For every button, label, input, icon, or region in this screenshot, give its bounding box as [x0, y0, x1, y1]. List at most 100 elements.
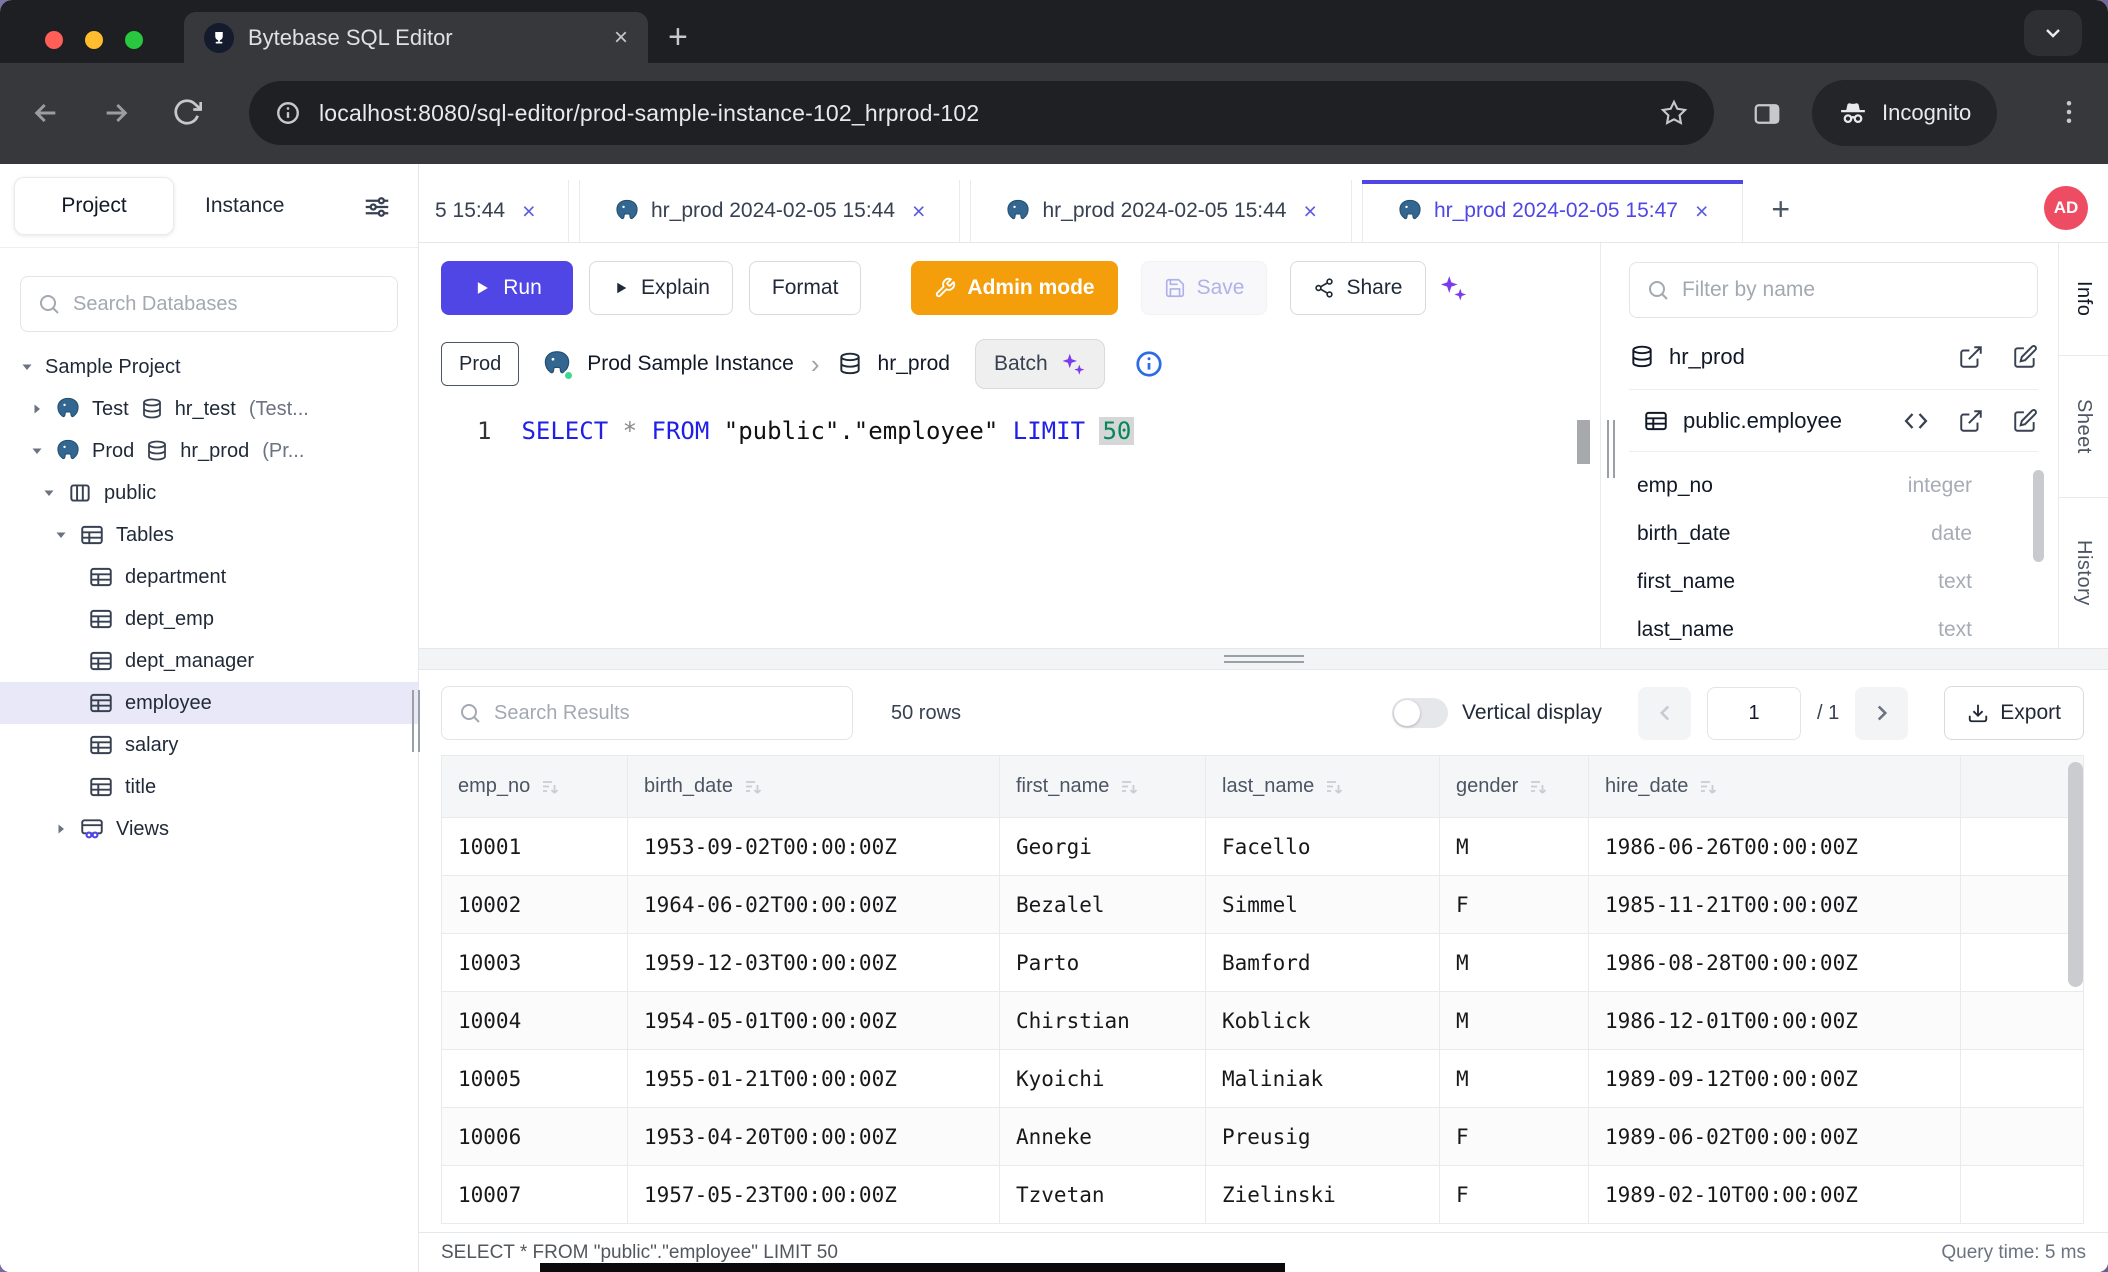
column-header[interactable]: emp_no — [442, 756, 628, 818]
schema-panel-scrollbar[interactable] — [2033, 470, 2044, 562]
splitter-grip-icon[interactable] — [1224, 655, 1304, 663]
zoom-window-button[interactable] — [125, 31, 143, 49]
close-icon[interactable]: × — [912, 198, 925, 225]
url-text[interactable]: localhost:8080/sql-editor/prod-sample-in… — [319, 100, 1642, 127]
sidebar-resize-handle[interactable] — [412, 690, 420, 752]
sort-icon[interactable] — [1324, 777, 1344, 797]
save-button[interactable]: Save — [1141, 261, 1268, 315]
url-bar[interactable]: localhost:8080/sql-editor/prod-sample-in… — [249, 81, 1714, 145]
search-results-input[interactable] — [494, 702, 836, 725]
tree-item-table-title[interactable]: title — [0, 766, 418, 808]
code-icon[interactable] — [1902, 407, 1930, 435]
sort-icon[interactable] — [1119, 777, 1139, 797]
sort-icon[interactable] — [743, 777, 763, 797]
admin-mode-button[interactable]: Admin mode — [911, 261, 1117, 315]
tab-instance[interactable]: Instance — [205, 164, 284, 248]
window-controls[interactable] — [45, 31, 143, 49]
editor-tab-3-active[interactable]: hr_prod 2024-02-05 15:47 × — [1362, 180, 1743, 242]
tab-history[interactable]: History — [2059, 498, 2108, 648]
tree-item-table-dept-emp[interactable]: dept_emp — [0, 598, 418, 640]
prev-page-button[interactable] — [1638, 687, 1691, 740]
explain-button[interactable]: Explain — [589, 261, 733, 315]
edit-icon[interactable] — [2012, 344, 2038, 370]
caret-right-icon[interactable] — [54, 822, 68, 836]
reload-icon[interactable] — [172, 97, 202, 127]
avatar[interactable]: AD — [2044, 186, 2088, 230]
tree-item-table-salary[interactable]: salary — [0, 724, 418, 766]
table-row[interactable]: 100051955-01-21T00:00:00ZKyoichiMaliniak… — [442, 1050, 2084, 1108]
tab-search-button[interactable] — [2024, 10, 2082, 56]
external-link-icon[interactable] — [1958, 408, 1984, 434]
info-icon[interactable] — [1134, 349, 1164, 379]
edit-icon[interactable] — [2012, 408, 2038, 434]
column-header[interactable]: gender — [1440, 756, 1589, 818]
column-header[interactable]: hire_date — [1589, 756, 1961, 818]
tree-item-schema-public[interactable]: public — [0, 472, 418, 514]
format-button[interactable]: Format — [749, 261, 862, 315]
sort-icon[interactable] — [1698, 777, 1718, 797]
forward-icon[interactable] — [100, 97, 132, 129]
tree-item-sample-project[interactable]: Sample Project — [0, 346, 418, 388]
results-search[interactable] — [441, 686, 853, 740]
tree-item-table-employee[interactable]: employee — [0, 682, 418, 724]
tab-info[interactable]: Info — [2059, 243, 2108, 356]
editor-tab-2[interactable]: hr_prod 2024-02-05 15:44 × — [970, 180, 1351, 242]
database-name[interactable]: hr_prod — [878, 352, 950, 376]
schema-filter[interactable] — [1629, 262, 2038, 318]
tree-item-test-db[interactable]: Test hr_test (Test... — [0, 388, 418, 430]
caret-down-icon[interactable] — [20, 360, 34, 374]
filter-by-name-input[interactable] — [1682, 278, 2021, 302]
close-icon[interactable]: × — [522, 198, 535, 225]
external-link-icon[interactable] — [1958, 344, 1984, 370]
browser-tab[interactable]: Bytebase SQL Editor × — [184, 12, 648, 63]
minimize-window-button[interactable] — [85, 31, 103, 49]
run-button[interactable]: Run — [441, 261, 573, 315]
table-row[interactable]: 100031959-12-03T00:00:00ZPartoBamfordM19… — [442, 934, 2084, 992]
caret-down-icon[interactable] — [30, 444, 44, 458]
caret-right-icon[interactable] — [30, 402, 44, 416]
bookmark-star-icon[interactable] — [1660, 99, 1688, 127]
browser-menu-icon[interactable] — [2054, 97, 2084, 127]
page-number-input[interactable] — [1707, 687, 1801, 740]
column-header[interactable]: birth_date — [628, 756, 1000, 818]
tree-item-table-department[interactable]: department — [0, 556, 418, 598]
sort-icon[interactable] — [540, 777, 560, 797]
close-tab-icon[interactable]: × — [614, 26, 628, 50]
ai-sparkles-icon[interactable] — [1438, 273, 1468, 303]
back-icon[interactable] — [30, 97, 62, 129]
sort-icon[interactable] — [1528, 777, 1548, 797]
export-button[interactable]: Export — [1944, 686, 2084, 740]
tab-project[interactable]: Project — [14, 177, 174, 235]
schema-database-row[interactable]: hr_prod — [1629, 324, 2038, 390]
editor-tab-1[interactable]: hr_prod 2024-02-05 15:44 × — [579, 180, 960, 242]
table-row[interactable]: 100011953-09-02T00:00:00ZGeorgiFacelloM1… — [442, 818, 2084, 876]
side-panel-icon[interactable] — [1752, 99, 1782, 129]
column-header[interactable]: last_name — [1206, 756, 1440, 818]
close-window-button[interactable] — [45, 31, 63, 49]
editor-tab-0[interactable]: 5 15:44 × — [419, 180, 569, 242]
editor-scrollbar[interactable] — [1577, 420, 1590, 464]
batch-button[interactable]: Batch — [975, 339, 1105, 389]
filter-settings-icon[interactable] — [362, 192, 392, 222]
sql-code-line[interactable]: 1 SELECT * FROM "public"."employee" LIMI… — [441, 417, 1600, 445]
next-page-button[interactable] — [1855, 687, 1908, 740]
table-row[interactable]: 100061953-04-20T00:00:00ZAnnekePreusigF1… — [442, 1108, 2084, 1166]
table-row[interactable]: 100071957-05-23T00:00:00ZTzvetanZielinsk… — [442, 1166, 2084, 1224]
tree-item-tables-group[interactable]: Tables — [0, 514, 418, 556]
close-icon[interactable]: × — [1695, 198, 1708, 225]
caret-down-icon[interactable] — [42, 486, 56, 500]
new-tab-button[interactable]: + — [668, 13, 688, 61]
schema-table-row[interactable]: public.employee — [1629, 390, 2038, 452]
instance-name[interactable]: Prod Sample Instance — [587, 352, 794, 376]
search-databases-input[interactable] — [73, 293, 381, 316]
tree-item-views-group[interactable]: Views — [0, 808, 418, 850]
table-row[interactable]: 100041954-05-01T00:00:00ZChirstianKoblic… — [442, 992, 2084, 1050]
tree-item-table-dept-manager[interactable]: dept_manager — [0, 640, 418, 682]
horizontal-splitter[interactable] — [419, 648, 2108, 670]
caret-down-icon[interactable] — [54, 528, 68, 542]
site-info-icon[interactable] — [275, 100, 301, 126]
column-header[interactable]: first_name — [1000, 756, 1206, 818]
database-search[interactable] — [20, 276, 398, 332]
vertical-display-toggle[interactable] — [1392, 698, 1448, 728]
share-button[interactable]: Share — [1290, 261, 1425, 315]
